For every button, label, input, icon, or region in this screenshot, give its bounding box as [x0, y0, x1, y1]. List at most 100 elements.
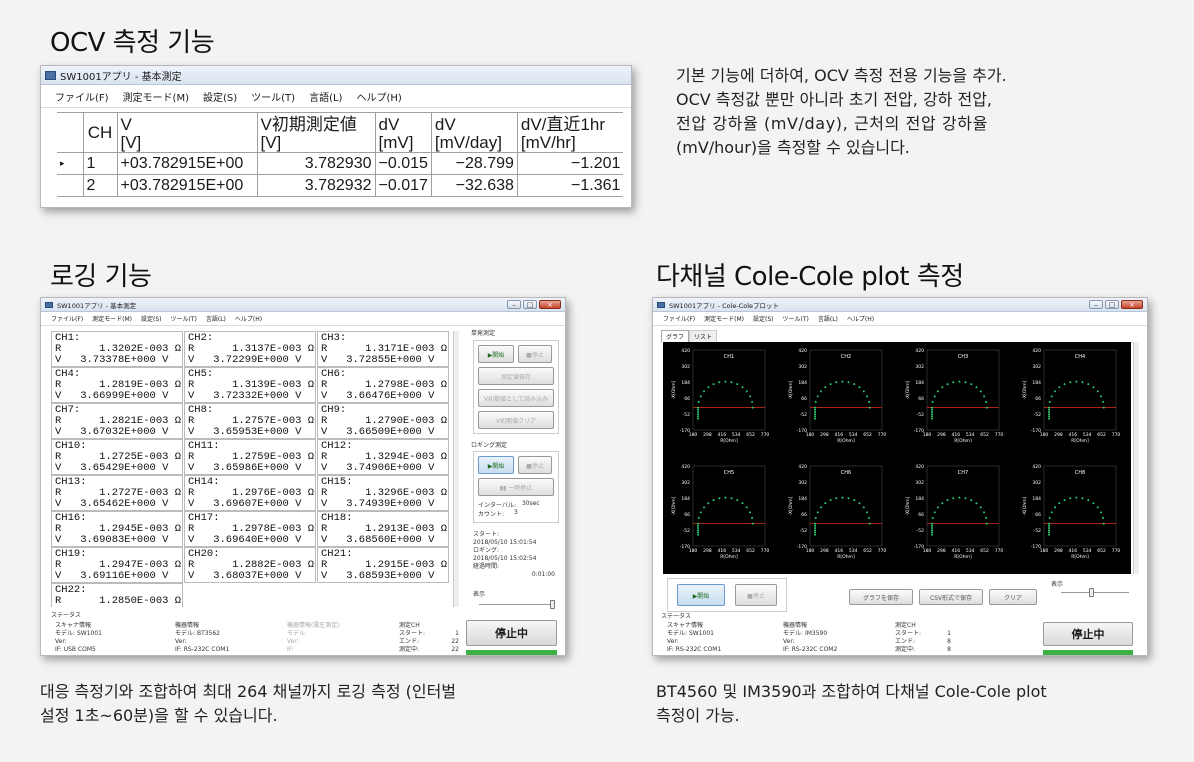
data-point: [1048, 533, 1051, 536]
menu-tools[interactable]: ツール(T): [783, 314, 809, 323]
save-csv-button[interactable]: CSV形式で保存: [919, 589, 983, 605]
clear-initial-button[interactable]: V初期値クリア: [478, 411, 554, 429]
menu-file[interactable]: ファイル(F): [55, 89, 109, 104]
data-point: [868, 516, 871, 519]
data-point: [1069, 497, 1072, 500]
x-tick-label: 180: [806, 432, 815, 438]
menu-help[interactable]: ヘルプ(H): [356, 89, 401, 104]
table-row[interactable]: ▸ 1 +03.782915E+00 3.782930 −0.015 −28.7…: [57, 152, 624, 175]
data-point: [1048, 411, 1051, 413]
display-slider[interactable]: [473, 600, 559, 610]
data-point: [1048, 417, 1051, 420]
x-tick-label: 180: [689, 548, 698, 554]
display-slider[interactable]: [1057, 588, 1133, 598]
logging-start-button[interactable]: ▶開始: [478, 456, 514, 474]
voltage-value: V 3.74906E+000 V: [321, 462, 435, 474]
close-button[interactable]: ×: [539, 300, 561, 309]
menu-language[interactable]: 言語(L): [818, 314, 838, 323]
data-point: [964, 381, 967, 384]
grid-scrollbar[interactable]: [453, 331, 459, 607]
menu-language[interactable]: 言語(L): [309, 89, 342, 104]
minimize-button[interactable]: –: [1089, 300, 1103, 309]
menu-help[interactable]: ヘルプ(H): [235, 314, 262, 323]
data-point: [841, 380, 844, 383]
interval-value: 30sec: [521, 500, 540, 507]
voltage-value: V 3.65462E+000 V: [55, 498, 169, 510]
data-point: [751, 400, 754, 403]
cole-chart: CH742030218466-52-170180 298 416 534 652 770R…: [905, 464, 1003, 560]
data-point: [985, 406, 988, 409]
menu-tools[interactable]: ツール(T): [251, 89, 295, 104]
data-point: [697, 408, 700, 411]
menu-file[interactable]: ファイル(F): [663, 314, 695, 323]
stopped-status-indicator: 停止中: [466, 620, 557, 646]
channel-cell: CH6: R 1.2798E-003 ΩV 3.66476E+000 V: [317, 367, 449, 403]
clear-button[interactable]: クリア: [989, 589, 1037, 605]
data-point: [736, 499, 739, 502]
menu-measure-mode[interactable]: 測定モード(M): [92, 314, 132, 323]
y-tick-label: -52: [1034, 412, 1041, 418]
menu-tools[interactable]: ツール(T): [171, 314, 197, 323]
tab-list[interactable]: リスト: [689, 330, 718, 342]
single-start-button[interactable]: ▶開始: [478, 345, 514, 363]
channel-cell: CH13: R 1.2727E-003 ΩV 3.65462E+000 V: [51, 475, 183, 511]
minimize-button[interactable]: –: [507, 300, 521, 309]
menu-settings[interactable]: 設定(S): [753, 314, 774, 323]
table-row[interactable]: 2 +03.782915E+00 3.782932 −0.017 −32.638…: [57, 174, 624, 197]
green-progress-bar: [466, 650, 557, 655]
data-point: [1075, 380, 1078, 383]
y-tick-label: 302: [915, 480, 924, 486]
voltage-value: V 3.68593E+000 V: [321, 570, 435, 582]
x-tick-label: 416: [835, 548, 844, 554]
plot-area: CH1 420 302 184 66 -52 -170 180 298 416 534 652 770 R…: [663, 342, 1131, 574]
start-time-label: スタート:: [473, 531, 500, 538]
measure-ch-info: 測定CH スタート: 1 エンド: 22 測定中: 22: [399, 622, 459, 653]
data-point: [1096, 390, 1099, 393]
menu-language[interactable]: 言語(L): [206, 314, 226, 323]
pause-button[interactable]: ▮▮ 一時停止: [478, 478, 554, 496]
menu-measure-mode[interactable]: 測定モード(M): [704, 314, 744, 323]
tab-graph[interactable]: グラフ: [661, 330, 690, 342]
close-button[interactable]: ×: [1121, 300, 1143, 309]
menu-file[interactable]: ファイル(F): [51, 314, 83, 323]
data-point: [829, 499, 832, 502]
logging-time-value: 2018/05/10 15:02:54: [473, 555, 537, 562]
data-point: [1048, 522, 1051, 525]
menu-help[interactable]: ヘルプ(H): [847, 314, 874, 323]
maximize-button[interactable]: □: [523, 300, 537, 309]
menu-settings[interactable]: 設定(S): [141, 314, 162, 323]
y-tick-label: 184: [798, 496, 807, 502]
slider-thumb[interactable]: [1089, 588, 1094, 597]
menu-measure-mode[interactable]: 測定モード(M): [123, 89, 189, 104]
start-time-value: 2018/05/10 15:01:54: [473, 539, 537, 546]
logging-stop-button[interactable]: ■停止: [518, 456, 552, 474]
x-tick-label: 416: [952, 548, 961, 554]
load-initial-button[interactable]: V初期値として読み込み: [478, 389, 554, 407]
x-tick-label: 298: [703, 548, 712, 554]
data-point: [1092, 502, 1095, 505]
x-tick-label: 534: [1083, 432, 1092, 438]
data-point: [1048, 524, 1051, 527]
plot-scrollbar[interactable]: [1133, 342, 1139, 574]
single-stop-button[interactable]: ■停止: [518, 345, 552, 363]
slider-thumb[interactable]: [550, 600, 555, 609]
save-graph-button[interactable]: グラフを保存: [849, 589, 913, 605]
data-point: [931, 411, 934, 413]
cole-chart: CH142030218466-52-170180 298 416 534 652 770R…: [671, 348, 769, 444]
data-point: [724, 380, 727, 383]
voltage-value: V 3.67032E+000 V: [55, 426, 169, 438]
menu-settings[interactable]: 設定(S): [203, 89, 237, 104]
data-point: [1063, 499, 1066, 502]
data-point: [736, 383, 739, 386]
x-tick-label: 416: [718, 432, 727, 438]
plot-frame: [692, 465, 766, 547]
data-point: [970, 383, 973, 386]
data-point: [712, 383, 715, 386]
stop-button[interactable]: ■停止: [735, 584, 777, 606]
save-values-button[interactable]: 測定値保存: [478, 367, 554, 385]
app-icon: [657, 301, 665, 308]
data-point: [697, 415, 700, 418]
voltage-value: V 3.72855E+000 V: [321, 354, 435, 366]
start-button[interactable]: ▶開始: [677, 584, 725, 606]
maximize-button[interactable]: □: [1105, 300, 1119, 309]
